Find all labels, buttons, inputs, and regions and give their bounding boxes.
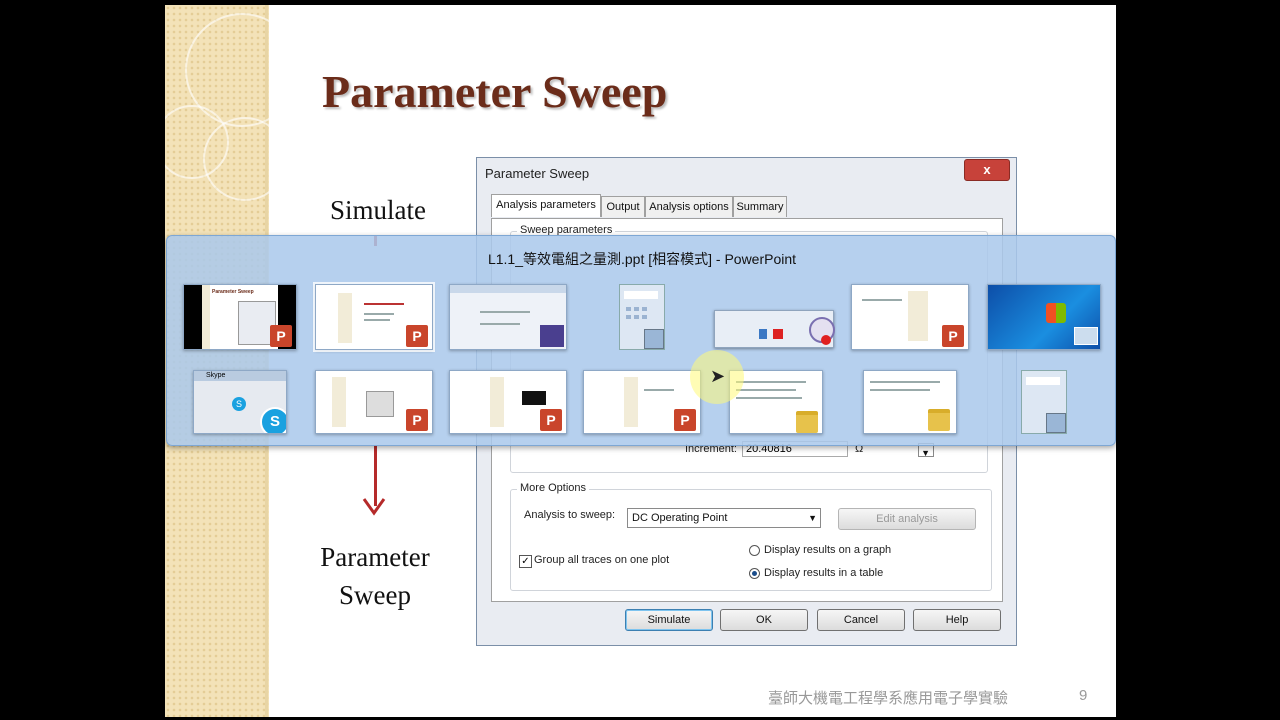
thumbnail-slide: Parameter Sweep xyxy=(202,285,278,349)
thumbnail-slide-side xyxy=(624,377,638,427)
thumbnail-line xyxy=(480,311,530,313)
powerpoint-icon: P xyxy=(406,325,428,347)
powerpoint-icon: P xyxy=(674,409,696,431)
calculator-icon xyxy=(644,329,664,349)
thumbnail-powerpoint-2[interactable]: P xyxy=(313,282,435,352)
calculator-key xyxy=(642,307,647,311)
tab-analysis-parameters[interactable]: Analysis parameters xyxy=(491,194,601,217)
stop-icon[interactable] xyxy=(773,329,783,339)
thumbnail-titlebar xyxy=(450,285,566,293)
analysis-to-sweep-select[interactable]: DC Operating Point ▼ xyxy=(627,508,821,528)
thumbnail-line xyxy=(364,319,390,321)
thumbnail-line xyxy=(644,389,674,391)
calculator-key xyxy=(626,315,631,319)
slide-title: Parameter Sweep xyxy=(322,66,668,117)
chevron-down-icon: ▼ xyxy=(921,448,930,458)
simulate-button[interactable]: Simulate xyxy=(625,609,713,631)
thumbnail-desktop[interactable] xyxy=(987,284,1101,350)
calculator-display xyxy=(1026,377,1060,385)
thumbnail-calculator-2[interactable] xyxy=(1021,370,1067,434)
chevron-down-icon: ▼ xyxy=(808,513,817,523)
windows-logo-icon xyxy=(1046,303,1066,323)
radio-display-table-label: Display results in a table xyxy=(764,567,884,579)
label-simulate: Simulate xyxy=(330,195,426,225)
thumbnail-powerpoint-4[interactable]: P xyxy=(315,370,433,434)
flow-arrow-head xyxy=(362,498,386,516)
calculator-key xyxy=(634,307,639,311)
thumbnail-slide-side xyxy=(332,377,346,427)
cancel-button[interactable]: Cancel xyxy=(817,609,905,631)
switcher-window-title: L1.1_等效電組之量測.ppt [相容模式] - PowerPoint xyxy=(487,251,797,267)
analysis-to-sweep-value: DC Operating Point xyxy=(632,512,728,524)
radio-display-graph-label: Display results on a graph xyxy=(764,544,892,556)
thumbnail-calculator[interactable] xyxy=(619,284,665,350)
folder-icon xyxy=(928,409,950,431)
thumbnail-line xyxy=(736,397,802,399)
tab-analysis-options[interactable]: Analysis options xyxy=(645,196,733,217)
calculator-display xyxy=(624,291,658,299)
skype-icon: S xyxy=(260,407,286,433)
help-button[interactable]: Help xyxy=(913,609,1001,631)
thumbnail-powerpoint-6[interactable]: P xyxy=(583,370,701,434)
powerpoint-icon: P xyxy=(942,325,964,347)
tab-summary[interactable]: Summary xyxy=(733,196,787,217)
skype-logo-icon: S xyxy=(232,397,246,411)
close-button[interactable]: x xyxy=(964,159,1010,181)
thumbnail-skype[interactable]: Skype S S xyxy=(193,370,287,434)
thumbnail-line xyxy=(364,303,404,305)
thumbnail-line xyxy=(364,313,394,315)
group-traces-label: Group all traces on one plot xyxy=(534,554,670,566)
thumbnail-slide-title: Parameter Sweep xyxy=(212,289,254,295)
calculator-key xyxy=(626,307,631,311)
thumbnail-circuit-app[interactable] xyxy=(449,284,567,350)
more-options-title: More Options xyxy=(517,482,590,494)
thumbnail-line xyxy=(862,299,902,301)
desktop-icon xyxy=(1074,327,1098,345)
pause-icon[interactable] xyxy=(759,329,767,339)
dialog-title: Parameter Sweep xyxy=(485,166,590,181)
thumbnail-powerpoint-3[interactable]: P xyxy=(851,284,969,350)
folder-icon xyxy=(796,411,818,433)
slide-page-number: 9 xyxy=(1079,687,1088,704)
powerpoint-icon: P xyxy=(406,409,428,431)
radio-display-table[interactable] xyxy=(749,568,760,579)
app-icon xyxy=(540,325,564,347)
thumbnail-dialog xyxy=(366,391,394,417)
thumbnail-powerpoint-5[interactable]: P xyxy=(449,370,567,434)
thumbnail-slide-side xyxy=(490,377,504,427)
edit-analysis-button[interactable]: Edit analysis xyxy=(838,508,976,530)
powerpoint-icon: P xyxy=(270,325,292,347)
calculator-key xyxy=(642,315,647,319)
thumbnail-line xyxy=(870,389,930,391)
label-parameter-line2: Sweep xyxy=(339,580,411,610)
powerpoint-icon: P xyxy=(540,409,562,431)
analysis-to-sweep-label: Analysis to sweep: xyxy=(524,509,616,521)
thumbnail-powerpoint-current[interactable]: Parameter Sweep P xyxy=(183,284,297,350)
record-indicator-icon xyxy=(821,335,831,345)
window-switcher: L1.1_等效電組之量測.ppt [相容模式] - PowerPoint Par… xyxy=(166,235,1116,446)
thumbnail-line xyxy=(736,381,806,383)
group-traces-checkbox[interactable]: ✓ xyxy=(519,555,532,568)
thumbnail-image xyxy=(522,391,546,405)
thumbnail-line xyxy=(736,389,796,391)
thumbnail-slide-side xyxy=(338,293,352,343)
slide-footer: 臺師大機電工程學系應用電子學實驗 xyxy=(768,690,1009,707)
thumbnail-slide-side xyxy=(908,291,928,341)
thumbnail-line xyxy=(480,323,520,325)
recorder-widget[interactable] xyxy=(714,310,835,348)
label-parameter-sweep: Parameter Sweep xyxy=(300,538,450,614)
tab-output[interactable]: Output xyxy=(601,196,645,217)
thumbnail-slide-side xyxy=(202,285,210,349)
thumbnail-explorer-2[interactable] xyxy=(863,370,957,434)
calculator-key xyxy=(634,315,639,319)
radio-display-graph[interactable] xyxy=(749,545,760,556)
calculator-icon xyxy=(1046,413,1066,433)
ok-button[interactable]: OK xyxy=(720,609,808,631)
skype-window-title: Skype xyxy=(194,371,286,381)
mouse-cursor-icon: ➤ xyxy=(710,366,726,386)
thumbnail-line xyxy=(870,381,940,383)
label-parameter-line1: Parameter xyxy=(320,542,430,572)
